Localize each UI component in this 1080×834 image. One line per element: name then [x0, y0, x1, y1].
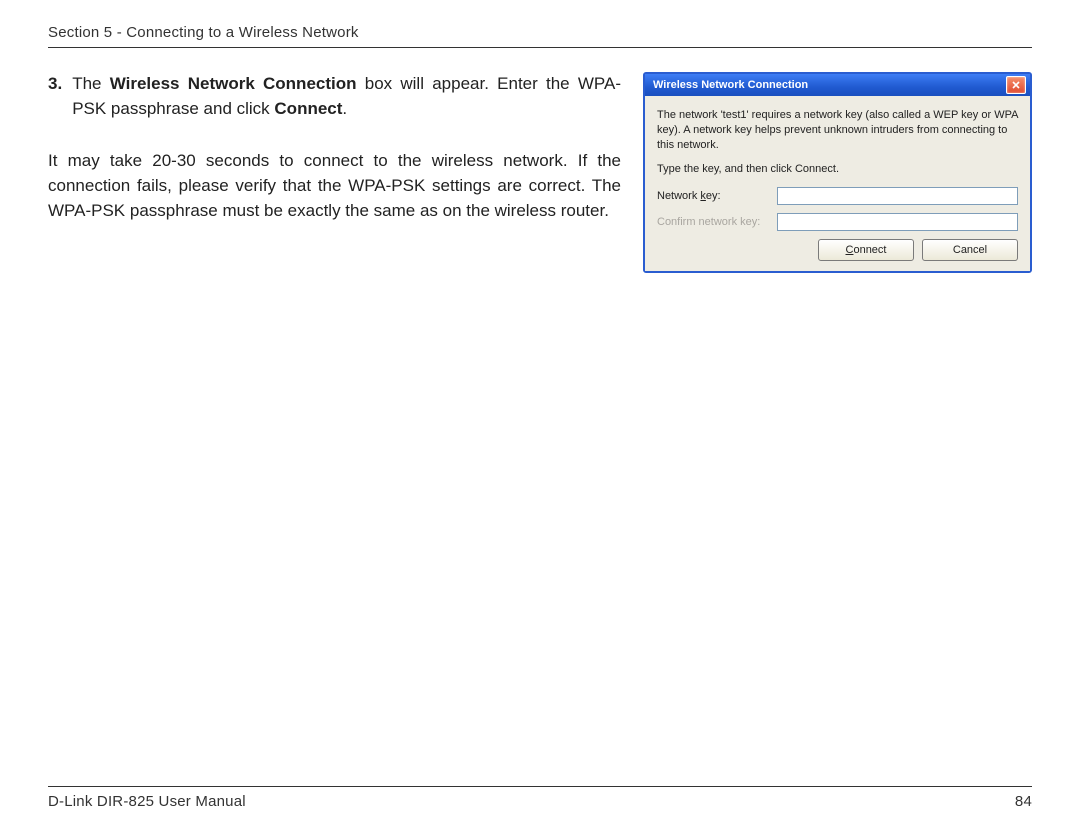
confirm-key-input	[777, 213, 1018, 231]
dialog-body: The network 'test1' requires a network k…	[645, 96, 1030, 271]
close-icon	[1011, 80, 1021, 90]
connect-button[interactable]: Connect	[818, 239, 914, 261]
cancel-button[interactable]: Cancel	[922, 239, 1018, 261]
dialog-button-row: Connect Cancel	[657, 239, 1018, 261]
wireless-connection-dialog: Wireless Network Connection The network …	[643, 72, 1032, 273]
dialog-titlebar: Wireless Network Connection	[645, 74, 1030, 96]
step-number: 3.	[48, 72, 62, 121]
dialog-title: Wireless Network Connection	[653, 79, 808, 91]
step-text: The Wireless Network Connection box will…	[72, 72, 621, 121]
page-footer: D-Link DIR-825 User Manual 84	[48, 786, 1032, 810]
step-text-pre: The	[72, 74, 110, 93]
network-key-row: Network key:	[657, 187, 1018, 205]
manual-title: D-Link DIR-825 User Manual	[48, 793, 246, 810]
content-area: 3. The Wireless Network Connection box w…	[48, 48, 1032, 786]
step-text-bold-1: Wireless Network Connection	[110, 74, 357, 93]
dialog-instruction: Type the key, and then click Connect.	[657, 163, 1018, 175]
step-text-bold-2: Connect	[274, 99, 342, 118]
step-paragraph-2: It may take 20-30 seconds to connect to …	[48, 149, 621, 223]
confirm-key-label: Confirm network key:	[657, 216, 777, 228]
dialog-description: The network 'test1' requires a network k…	[657, 108, 1018, 153]
close-button[interactable]	[1006, 76, 1026, 94]
section-header: Section 5 - Connecting to a Wireless Net…	[48, 24, 1032, 48]
confirm-key-row: Confirm network key:	[657, 213, 1018, 231]
network-key-input[interactable]	[777, 187, 1018, 205]
instruction-text-column: 3. The Wireless Network Connection box w…	[48, 72, 621, 223]
step-3-row: 3. The Wireless Network Connection box w…	[48, 72, 621, 121]
network-key-label: Network key:	[657, 190, 777, 202]
page-number: 84	[1015, 793, 1032, 810]
step-text-post: .	[342, 99, 347, 118]
